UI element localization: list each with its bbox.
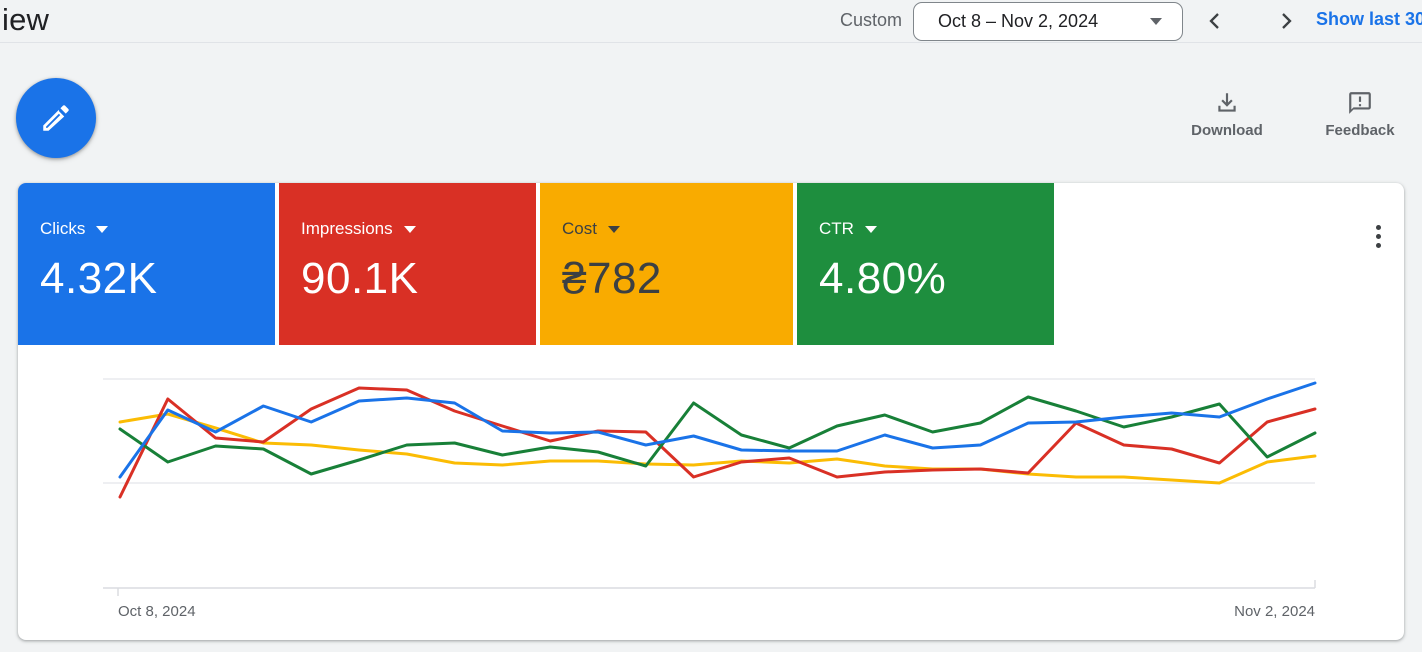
performance-chart[interactable] xyxy=(18,183,1404,640)
feedback-label: Feedback xyxy=(1325,122,1394,139)
chevron-left-icon xyxy=(1203,9,1227,33)
pencil-icon xyxy=(39,101,73,135)
download-icon xyxy=(1214,90,1240,116)
feedback-button[interactable]: Feedback xyxy=(1315,90,1405,139)
download-label: Download xyxy=(1191,122,1263,139)
header-divider xyxy=(0,42,1422,43)
overview-card: Clicks 4.32K Impressions 90.1K Cost ₴782… xyxy=(18,183,1404,640)
x-axis-end-label: Nov 2, 2024 xyxy=(1165,603,1315,620)
page-title: iew xyxy=(2,2,49,38)
download-button[interactable]: Download xyxy=(1182,90,1272,139)
chevron-down-icon xyxy=(1150,18,1162,25)
chevron-right-icon xyxy=(1274,9,1298,33)
show-last-30-days-link[interactable]: Show last 30 xyxy=(1316,9,1422,30)
next-date-range-button[interactable] xyxy=(1272,7,1300,35)
date-range-button[interactable]: Oct 8 – Nov 2, 2024 xyxy=(913,2,1183,41)
date-mode-label: Custom xyxy=(826,10,902,31)
edit-button[interactable] xyxy=(16,78,96,158)
x-axis-start-label: Oct 8, 2024 xyxy=(118,603,196,620)
date-range-value: Oct 8 – Nov 2, 2024 xyxy=(938,11,1098,32)
previous-date-range-button[interactable] xyxy=(1201,7,1229,35)
feedback-icon xyxy=(1347,90,1373,116)
